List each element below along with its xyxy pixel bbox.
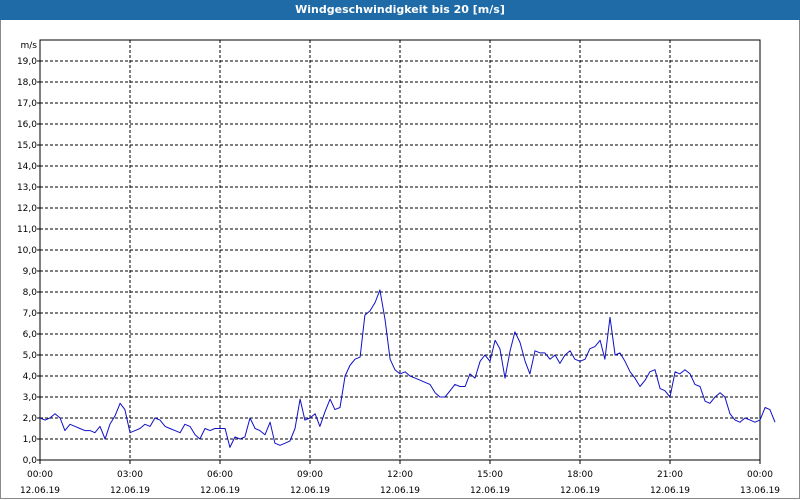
x-tick-time: 03:00 bbox=[117, 470, 143, 480]
y-tick-label: 12,0 bbox=[17, 204, 37, 214]
axes bbox=[37, 39, 761, 464]
y-tick-label: 14,0 bbox=[17, 162, 37, 172]
grid-lines bbox=[40, 40, 760, 460]
x-tick-time: 00:00 bbox=[27, 470, 53, 480]
y-tick-label: 16,0 bbox=[17, 120, 37, 130]
tick-labels: 0,0 1,0 2,0 3,0 4,0 5,0 6,0 7,0 8,0 9,0 10,0 11,0 12… bbox=[17, 57, 780, 496]
y-tick-label: 0,0 bbox=[23, 456, 38, 466]
y-tick-label: 10,0 bbox=[17, 246, 37, 256]
x-tick-date: 12.06.19 bbox=[110, 486, 150, 496]
y-tick-label: 3,0 bbox=[23, 393, 38, 403]
y-tick-label: 18,0 bbox=[17, 78, 37, 88]
x-tick-date: 12.06.19 bbox=[290, 486, 330, 496]
y-tick-label: 19,0 bbox=[17, 57, 37, 67]
y-tick-label: 1,0 bbox=[23, 435, 38, 445]
x-tick-time: 09:00 bbox=[297, 470, 323, 480]
x-tick-date: 12.06.19 bbox=[200, 486, 240, 496]
y-tick-label: 13,0 bbox=[17, 183, 37, 193]
wind-speed-line bbox=[39, 289, 776, 448]
y-tick-label: 11,0 bbox=[17, 225, 37, 235]
x-tick-time: 15:00 bbox=[477, 470, 503, 480]
y-tick-label: 15,0 bbox=[17, 141, 37, 151]
x-tick-date: 12.06.19 bbox=[20, 486, 60, 496]
x-tick-time: 21:00 bbox=[657, 470, 683, 480]
x-tick-time: 12:00 bbox=[387, 470, 413, 480]
y-tick-label: 5,0 bbox=[23, 351, 38, 361]
y-tick-label: 6,0 bbox=[23, 330, 38, 340]
x-tick-date: 13.06.19 bbox=[740, 486, 780, 496]
x-tick-date: 12.06.19 bbox=[560, 486, 600, 496]
y-tick-label: 17,0 bbox=[17, 99, 37, 109]
y-tick-label: 9,0 bbox=[23, 267, 38, 277]
y-tick-label: 7,0 bbox=[23, 309, 38, 319]
y-tick-label: 2,0 bbox=[23, 414, 38, 424]
x-tick-time: 06:00 bbox=[207, 470, 233, 480]
x-tick-date: 12.06.19 bbox=[470, 486, 510, 496]
x-tick-time: 00:00 bbox=[747, 470, 773, 480]
x-tick-time: 18:00 bbox=[567, 470, 593, 480]
y-unit-label: m/s bbox=[21, 41, 38, 51]
x-tick-date: 12.06.19 bbox=[380, 486, 420, 496]
y-tick-label: 4,0 bbox=[23, 372, 38, 382]
series-layer bbox=[39, 289, 776, 448]
x-tick-date: 12.06.19 bbox=[650, 486, 690, 496]
y-tick-label: 8,0 bbox=[23, 288, 38, 298]
wind-speed-chart: 0,0 1,0 2,0 3,0 4,0 5,0 6,0 7,0 8,0 9,0 10,0 11,0 12… bbox=[17, 39, 780, 496]
